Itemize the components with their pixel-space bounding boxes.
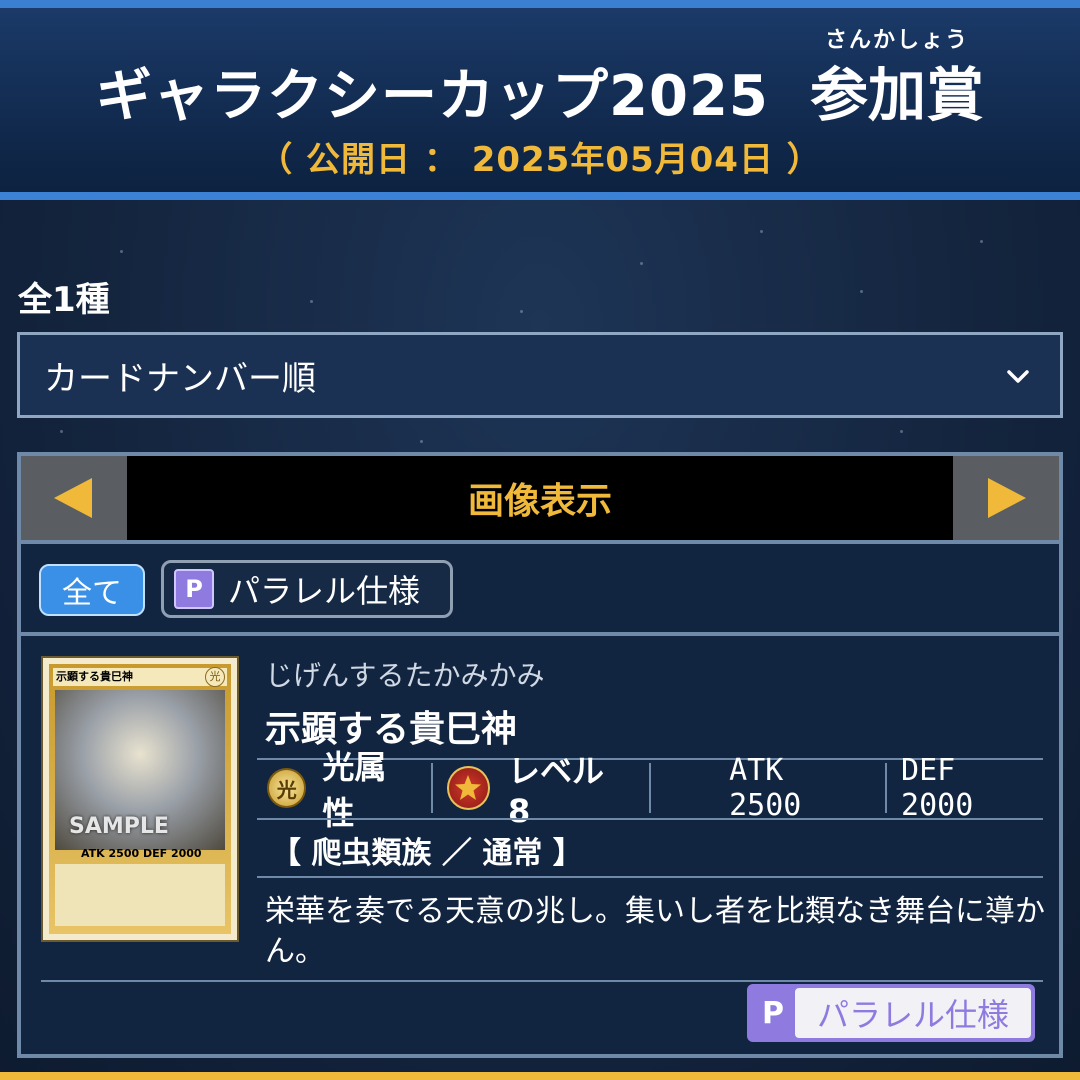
divider bbox=[41, 980, 1043, 982]
chevron-down-icon bbox=[1007, 370, 1029, 383]
divider bbox=[257, 818, 1043, 820]
card-image-name: 示顕する貴巳神 bbox=[53, 668, 227, 686]
card-flavor-text: 栄華を奏でる天意の兆し。集いし者を比類なき舞台に導かん。 bbox=[265, 894, 1045, 969]
view-mode-title: 画像表示 bbox=[127, 456, 953, 540]
card-count: 全1種 bbox=[18, 280, 110, 320]
card-list-panel: 画像表示 全て P パラレル仕様 示顕する貴巳神 光 SAMPLE ATK 25… bbox=[17, 452, 1063, 1058]
page-title: ギャラクシーカップ2025 bbox=[96, 64, 769, 129]
title-row: ギャラクシーカップ2025 さんかしょう 参加賞 bbox=[0, 28, 1080, 132]
arrow-right-icon bbox=[988, 478, 1026, 518]
card-image-stats: ATK 2500 DEF 2000 bbox=[81, 847, 202, 860]
next-view-button[interactable] bbox=[953, 456, 1059, 540]
card-attribute: 光属性 bbox=[322, 748, 387, 832]
filter-parallel-label: パラレル仕様 bbox=[228, 572, 421, 610]
card-image[interactable]: 示顕する貴巳神 光 SAMPLE ATK 2500 DEF 2000 bbox=[41, 656, 239, 942]
level-star-icon bbox=[446, 766, 490, 810]
divider bbox=[430, 763, 433, 813]
prize-text: 参加賞 bbox=[809, 61, 984, 129]
card-sample-watermark: SAMPLE bbox=[69, 814, 169, 839]
view-tab-bar: 画像表示 bbox=[21, 456, 1059, 544]
page-header: ギャラクシーカップ2025 さんかしょう 参加賞 （ 公開日 ： 2025年05… bbox=[0, 0, 1080, 200]
rarity-label: パラレル仕様 bbox=[795, 988, 1031, 1038]
bottom-accent-bar bbox=[0, 1072, 1080, 1080]
parallel-badge-icon: P bbox=[762, 995, 784, 1031]
card-image-attribute-icon: 光 bbox=[205, 667, 225, 687]
filter-row: 全て P パラレル仕様 bbox=[21, 544, 1059, 636]
divider bbox=[257, 876, 1043, 878]
card-type: 【 爬虫類族 ／ 通常 】 bbox=[271, 836, 583, 871]
filter-parallel-button[interactable]: P パラレル仕様 bbox=[161, 560, 453, 618]
arrow-left-icon bbox=[54, 478, 92, 518]
filter-all-button[interactable]: 全て bbox=[39, 564, 145, 616]
divider bbox=[649, 763, 652, 813]
light-attribute-icon: 光 bbox=[267, 768, 307, 808]
sort-order-select[interactable]: カードナンバー順 bbox=[17, 332, 1063, 418]
card-frame: 示顕する貴巳神 光 SAMPLE ATK 2500 DEF 2000 bbox=[49, 664, 231, 934]
release-date: （ 公開日 ： 2025年05月04日 ） bbox=[258, 140, 822, 180]
rarity-parallel-tag: P パラレル仕様 bbox=[747, 984, 1035, 1042]
prev-view-button[interactable] bbox=[21, 456, 127, 540]
divider bbox=[885, 763, 888, 813]
card-image-text-box bbox=[55, 864, 225, 926]
card-name-ruby: じげんするたかみかみ bbox=[265, 659, 545, 692]
prize-title: さんかしょう 参加賞 bbox=[809, 28, 984, 132]
card-def: DEF 2000 bbox=[901, 753, 974, 823]
card-atk: ATK 2500 bbox=[729, 753, 802, 823]
card-stats-row: 光 光属性 レベル 8 ATK 2500 DEF 2000 bbox=[257, 748, 1043, 832]
sort-selected-value: カードナンバー順 bbox=[44, 358, 316, 399]
prize-ruby: さんかしょう bbox=[824, 28, 969, 53]
parallel-badge-icon: P bbox=[174, 569, 214, 609]
